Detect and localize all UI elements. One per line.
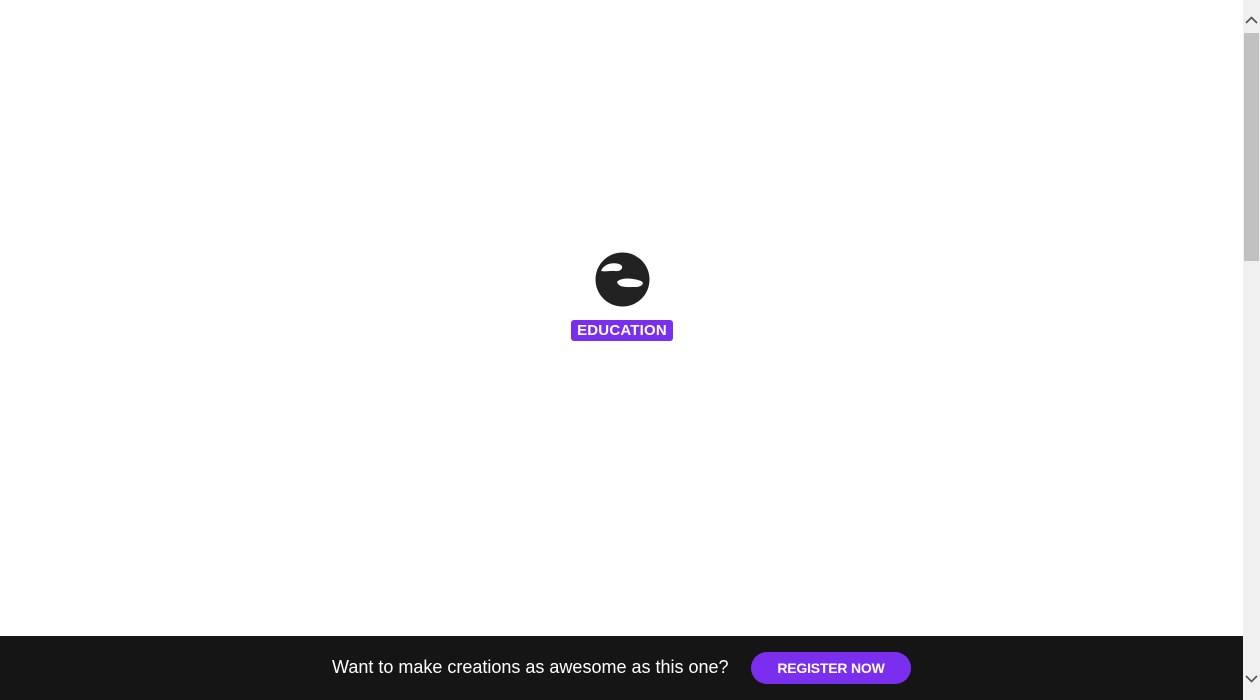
register-now-button[interactable]: REGISTER NOW [751,652,911,684]
page-viewport: EDUCATION Want to make creations as awes… [0,0,1243,700]
education-badge: EDUCATION [571,320,673,341]
genially-logo-icon [595,252,650,307]
vertical-scrollbar[interactable] [1243,0,1260,700]
chevron-down-icon[interactable] [1243,670,1260,687]
chevron-up-icon[interactable] [1243,12,1260,29]
register-banner-text: Want to make creations as awesome as thi… [332,657,729,677]
scrollbar-thumb[interactable] [1244,33,1259,261]
loading-splash: EDUCATION [571,252,673,342]
